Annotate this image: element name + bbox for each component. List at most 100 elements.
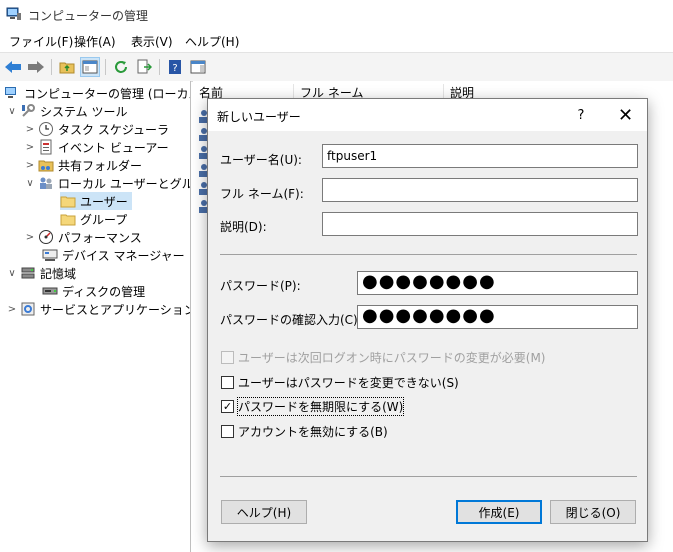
tree-item-groups[interactable]: グループ — [60, 210, 127, 228]
folder-up-icon — [59, 62, 75, 74]
tree-item-performance[interactable]: > パフォーマンス — [24, 228, 142, 246]
tree-item-root[interactable]: コンピューターの管理 (ローカル) — [4, 84, 191, 102]
toolbar-separator — [51, 59, 52, 75]
checkbox-box — [221, 351, 234, 364]
back-button[interactable] — [3, 57, 23, 77]
tree-item-local-users-groups[interactable]: ∨ ローカル ユーザーとグループ — [24, 174, 190, 192]
toolbar-separator — [159, 59, 160, 75]
tree-item-services-apps[interactable]: > サービスとアプリケーション — [6, 300, 190, 318]
tree-item-event-viewer[interactable]: > イベント ビューアー — [24, 138, 169, 156]
export-list-button[interactable] — [134, 57, 154, 77]
computer-management-icon — [6, 7, 21, 20]
menu-help[interactable]: ヘルプ(H) — [185, 33, 239, 50]
storage-icon — [21, 267, 35, 279]
context-help-button[interactable]: ? — [558, 99, 604, 131]
tree-label: ディスクの管理 — [62, 284, 146, 299]
tree-item-system-tools[interactable]: ∨ システム ツール — [6, 102, 127, 120]
tree-label: イベント ビューアー — [58, 140, 169, 155]
tree-label: タスク スケジューラ — [58, 122, 169, 137]
chevron-right-icon[interactable]: > — [24, 142, 36, 153]
export-list-icon — [137, 59, 152, 74]
cannot-change-password-checkbox[interactable]: ユーザーはパスワードを変更できない(S) — [221, 374, 459, 391]
chevron-down-icon[interactable]: ∨ — [6, 268, 18, 279]
close-button[interactable]: 閉じる(O) — [550, 500, 636, 524]
tree-item-device-manager[interactable]: デバイス マネージャー — [42, 246, 185, 264]
menu-file[interactable]: ファイル(F) — [9, 33, 73, 50]
chevron-right-icon[interactable]: > — [24, 232, 36, 243]
tree-item-storage[interactable]: ∨ 記憶域 — [6, 264, 76, 282]
refresh-button[interactable] — [111, 57, 131, 77]
show-action-pane-button[interactable] — [188, 57, 208, 77]
show-hide-tree-button[interactable] — [80, 57, 100, 77]
forward-arrow-icon — [28, 61, 44, 73]
checkbox-label: ユーザーはパスワードを変更できない(S) — [238, 376, 459, 390]
chevron-right-icon[interactable]: > — [24, 124, 36, 135]
password-input[interactable]: ●●●●●●●● — [357, 271, 638, 295]
chevron-down-icon[interactable]: ∨ — [6, 106, 18, 117]
shared-folder-icon — [38, 160, 54, 172]
window-title: コンピューターの管理 — [28, 9, 149, 23]
confirm-password-label: パスワードの確認入力(C): — [220, 313, 362, 327]
svg-text:?: ? — [172, 63, 177, 74]
console-tree: コンピューターの管理 (ローカル) ∨ システム ツール > タスク スケジュー… — [0, 81, 191, 552]
password-label: パスワード(P): — [220, 279, 301, 293]
tools-icon — [22, 104, 35, 117]
folder-icon — [60, 214, 76, 226]
create-button[interactable]: 作成(E) — [456, 500, 542, 524]
dialog-title: 新しいユーザー — [217, 110, 301, 124]
action-pane-icon — [190, 60, 206, 74]
fullname-label: フル ネーム(F): — [220, 187, 304, 201]
tree-label: システム ツール — [40, 104, 128, 119]
close-icon[interactable]: ✕ — [604, 99, 647, 131]
menu-view[interactable]: 表示(V) — [131, 33, 173, 50]
password-never-expires-checkbox[interactable]: ✓ パスワードを無期限にする(W) — [221, 397, 405, 416]
tree-item-task-scheduler[interactable]: > タスク スケジューラ — [24, 120, 169, 138]
confirm-password-input[interactable]: ●●●●●●●● — [357, 305, 638, 329]
help-book-icon: ? — [169, 60, 181, 74]
new-user-dialog: 新しいユーザー ? ✕ ユーザー名(U): ftpuser1 フル ネーム(F)… — [207, 98, 648, 542]
must-change-password-checkbox[interactable]: ユーザーは次回ログオン時にパスワードの変更が必要(M) — [221, 349, 545, 366]
checkbox-label: パスワードを無期限にする(W) — [236, 397, 405, 416]
menu-action[interactable]: 操作(A) — [74, 33, 116, 50]
clock-icon — [39, 122, 53, 136]
chevron-right-icon[interactable]: > — [6, 304, 18, 315]
console-tree-icon — [82, 60, 98, 74]
tree-label: ローカル ユーザーとグループ — [58, 176, 190, 191]
toolbar-separator — [105, 59, 106, 75]
tree-label: 記憶域 — [40, 266, 77, 281]
tree-item-shared-folders[interactable]: > 共有フォルダー — [24, 156, 142, 174]
help-button[interactable]: ヘルプ(H) — [221, 500, 307, 524]
checkbox-box: ✓ — [221, 400, 234, 413]
device-manager-icon — [42, 249, 58, 261]
account-disabled-checkbox[interactable]: アカウントを無効にする(B) — [221, 423, 388, 440]
help-topics-button[interactable]: ? — [165, 57, 185, 77]
dialog-titlebar: 新しいユーザー ? ✕ — [208, 99, 647, 131]
performance-icon — [39, 230, 53, 244]
checkbox-box — [221, 425, 234, 438]
folder-icon — [60, 196, 76, 208]
tree-label: グループ — [80, 212, 128, 227]
back-arrow-icon — [5, 61, 21, 73]
username-input[interactable]: ftpuser1 — [322, 144, 638, 168]
disk-icon — [42, 287, 58, 295]
fullname-input[interactable] — [322, 178, 638, 202]
tree-label: ユーザー — [80, 194, 128, 209]
tree-label: 共有フォルダー — [58, 158, 143, 173]
section-divider — [220, 254, 637, 255]
tree-label: コンピューターの管理 (ローカル) — [24, 86, 191, 101]
tree-item-disk-management[interactable]: ディスクの管理 — [42, 282, 145, 300]
checkbox-label: ユーザーは次回ログオン時にパスワードの変更が必要(M) — [238, 351, 546, 365]
refresh-icon — [115, 61, 127, 73]
event-log-icon — [40, 139, 52, 155]
description-label: 説明(D): — [220, 220, 267, 234]
checkmark-icon: ✓ — [222, 400, 233, 413]
chevron-down-icon[interactable]: ∨ — [24, 178, 36, 189]
chevron-right-icon[interactable]: > — [24, 160, 36, 171]
up-folder-button[interactable] — [57, 57, 77, 77]
username-label: ユーザー名(U): — [220, 153, 302, 167]
toolbar: ? — [0, 52, 673, 82]
description-input[interactable] — [322, 212, 638, 236]
tree-label: デバイス マネージャー — [62, 248, 185, 263]
tree-item-users[interactable]: ユーザー — [60, 192, 132, 210]
forward-button[interactable] — [26, 57, 46, 77]
